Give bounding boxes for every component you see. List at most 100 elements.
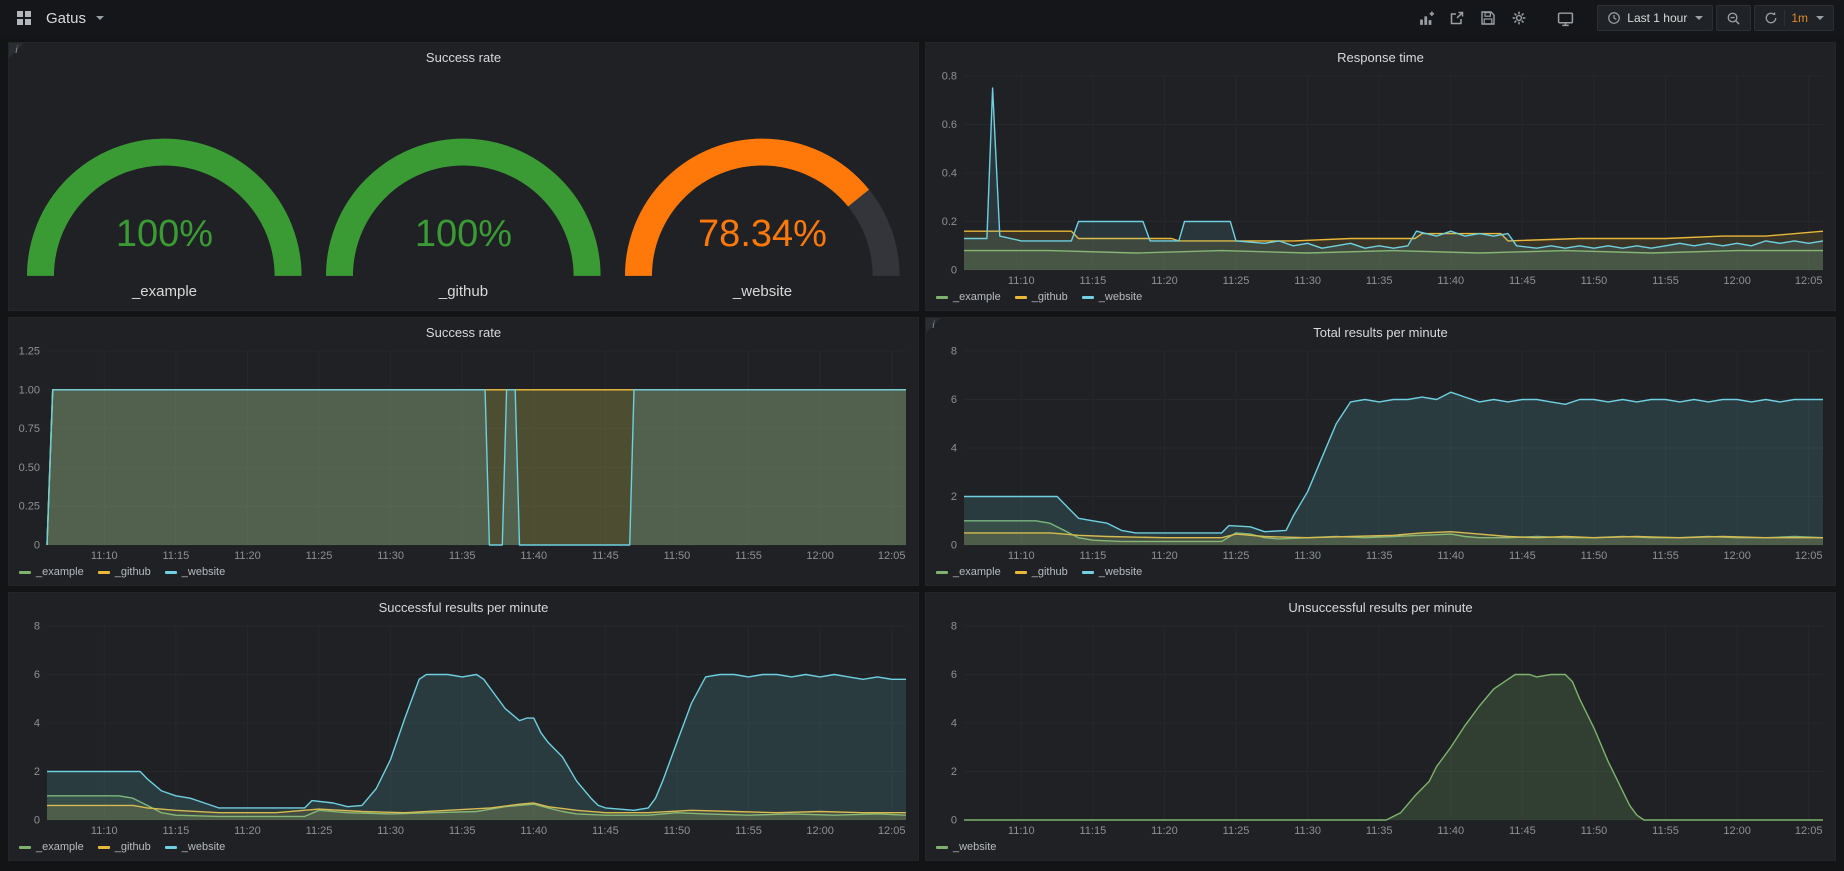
x-axis-label: 11:40 [1437,550,1464,562]
gauge-row: 100% _example 100% _github 78.34% _websi… [9,68,918,310]
panel-title[interactable]: Success rate [9,43,918,68]
y-axis-label: 1.25 [19,346,40,358]
successful-results-chart[interactable]: 0246811:1011:1511:2011:2511:3011:3511:40… [9,618,918,838]
gauge-value: 100% [322,213,605,256]
y-axis-label: 0 [34,540,40,552]
panel-title[interactable]: Success rate [9,318,918,343]
legend-swatch-icon [936,846,948,849]
response-time-chart[interactable]: 00.20.40.60.811:1011:1511:2011:2511:3011… [926,68,1835,288]
dashboard-settings-button[interactable] [1505,5,1533,31]
panel-title[interactable]: Response time [926,43,1835,68]
legend-item-_website[interactable]: _website [936,841,996,853]
panel-info-icon[interactable] [9,43,24,58]
panel-title[interactable]: Unsuccessful results per minute [926,593,1835,618]
panel-title[interactable]: Successful results per minute [9,593,918,618]
dashboard-title-caret-icon[interactable] [96,16,104,20]
dashboards-grid-icon[interactable] [10,5,38,31]
legend-swatch-icon [19,846,31,849]
legend-item-_github[interactable]: _github [98,841,151,853]
panel-success-rate-graph: Success rate 00.250.500.751.001.2511:101… [8,317,919,586]
zoom-out-icon [1726,11,1741,26]
legend-item-_github[interactable]: _github [98,566,151,578]
share-icon [1449,10,1465,26]
dashboard-title[interactable]: Gatus [46,10,86,27]
legend-item-_example[interactable]: _example [936,291,1001,303]
gauge-label: _github [322,283,605,300]
share-dashboard-button[interactable] [1443,5,1471,31]
zoom-out-time-button[interactable] [1716,5,1751,31]
x-axis-label: 11:20 [1151,825,1178,837]
y-axis-label: 0 [34,815,40,827]
clock-icon [1607,11,1621,25]
x-axis-label: 11:15 [1079,550,1106,562]
y-axis-label: 2 [951,491,957,503]
legend-item-_github[interactable]: _github [1015,566,1068,578]
total-results-chart[interactable]: 0246811:1011:1511:2011:2511:3011:3511:40… [926,343,1835,563]
panel-successful-results: Successful results per minute 0246811:10… [8,592,919,861]
legend-item-_website[interactable]: _website [1082,566,1142,578]
x-axis-label: 12:05 [878,825,906,837]
x-axis-label: 12:05 [1795,825,1823,837]
legend-swatch-icon [19,571,31,574]
save-dashboard-button[interactable] [1474,5,1502,31]
legend-label: _github [1032,566,1068,578]
add-panel-button[interactable] [1412,5,1440,31]
gauge-value: 100% [23,213,306,256]
cycle-view-mode-button[interactable] [1551,5,1579,31]
x-axis-label: 11:35 [1366,825,1393,837]
legend-item-_website[interactable]: _website [165,566,225,578]
x-axis-label: 11:10 [1008,275,1035,287]
y-axis-label: 0 [951,540,957,552]
success-rate-chart[interactable]: 00.250.500.751.001.2511:1011:1511:2011:2… [9,343,918,563]
legend-swatch-icon [936,296,948,299]
x-axis-label: 11:30 [377,550,404,562]
x-axis-label: 11:55 [1652,825,1679,837]
x-axis-label: 12:00 [1723,275,1751,287]
legend-item-_github[interactable]: _github [1015,291,1068,303]
x-axis-label: 12:00 [1723,825,1751,837]
refresh-picker[interactable]: 1m [1754,5,1834,31]
x-axis-label: 11:20 [234,825,261,837]
y-axis-label: 4 [951,443,957,455]
x-axis-label: 11:15 [162,550,189,562]
panel-info-icon[interactable] [926,318,941,333]
y-axis-label: 0.2 [942,216,957,228]
x-axis-label: 11:55 [735,825,762,837]
x-axis-label: 11:40 [520,825,547,837]
legend-swatch-icon [98,571,110,574]
x-axis-label: 11:25 [1223,275,1250,287]
unsuccessful-results-chart[interactable]: 0246811:1011:1511:2011:2511:3011:3511:40… [926,618,1835,838]
y-axis-label: 0 [951,265,957,277]
y-axis-label: 0.8 [942,71,957,83]
x-axis-label: 11:40 [520,550,547,562]
x-axis-label: 11:20 [1151,550,1178,562]
panel-title[interactable]: Total results per minute [926,318,1835,343]
legend-item-_website[interactable]: _website [165,841,225,853]
x-axis-label: 11:50 [664,825,691,837]
refresh-caret-icon[interactable] [1816,16,1824,20]
legend-swatch-icon [1015,296,1027,299]
x-axis-label: 11:15 [162,825,189,837]
time-range-picker[interactable]: Last 1 hour [1597,5,1713,31]
legend-item-_example[interactable]: _example [19,566,84,578]
chart-legend: _example _github _website [9,563,918,585]
panel-total-results: Total results per minute 0246811:1011:15… [925,317,1836,586]
y-axis-label: 6 [951,669,957,681]
legend-item-_website[interactable]: _website [1082,291,1142,303]
legend-swatch-icon [165,846,177,849]
legend-label: _example [953,566,1001,578]
x-axis-label: 11:45 [592,825,619,837]
x-axis-label: 11:50 [664,550,691,562]
gear-icon [1511,10,1527,26]
legend-item-_example[interactable]: _example [936,566,1001,578]
time-range-caret-icon [1695,16,1703,20]
x-axis-label: 11:25 [306,825,333,837]
y-axis-label: 2 [34,766,40,778]
chart-area: 0246811:1011:1511:2011:2511:3011:3511:40… [926,343,1835,563]
chart-legend: _website [926,838,1835,860]
refresh-interval-label[interactable]: 1m [1791,11,1808,25]
legend-item-_example[interactable]: _example [19,841,84,853]
y-axis-label: 2 [951,766,957,778]
chart-legend: _example _github _website [9,838,918,860]
navbar: Gatus [0,0,1844,36]
